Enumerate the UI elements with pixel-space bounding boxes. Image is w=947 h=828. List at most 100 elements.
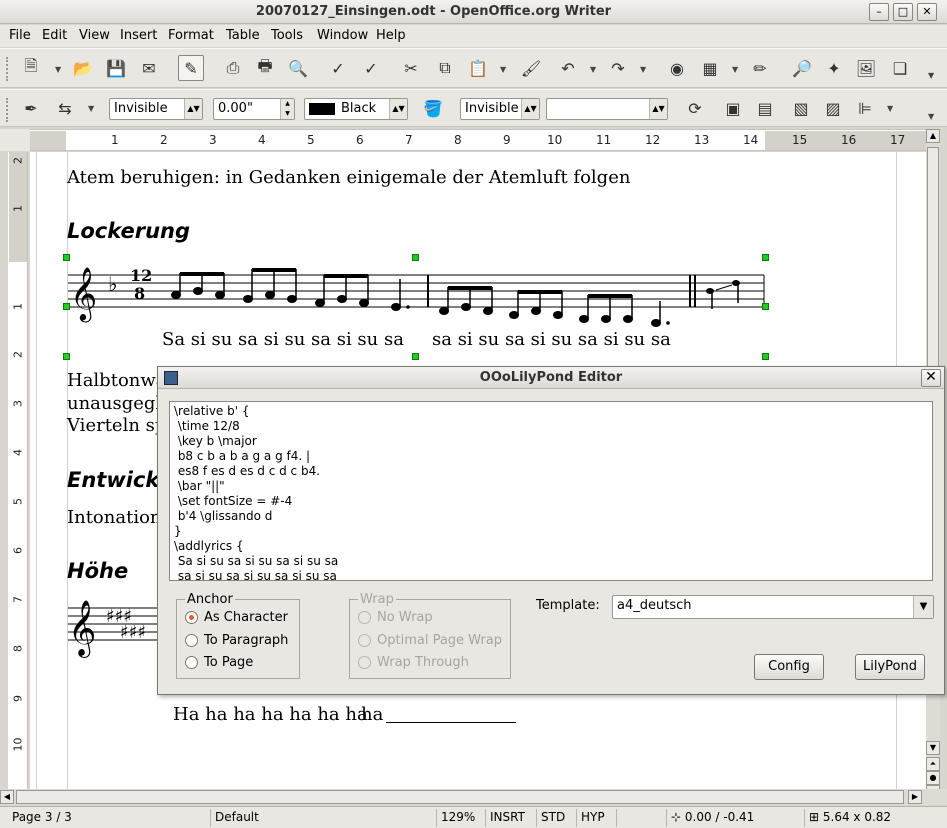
- menu-help[interactable]: Help: [376, 28, 406, 43]
- lilypond-button[interactable]: LilyPond: [855, 654, 925, 680]
- send-to-back-icon[interactable]: ▨: [820, 95, 846, 121]
- anchor-as-character[interactable]: As Character: [185, 610, 288, 625]
- chevron-down-icon[interactable]: ▼: [913, 596, 933, 618]
- data-sources-icon[interactable]: ❏: [887, 55, 913, 81]
- selection-handle[interactable]: [412, 254, 419, 261]
- menu-insert[interactable]: Insert: [120, 28, 157, 43]
- music-object-lockerung[interactable]: 𝄞 ♭ 12 8 Sa si su sa si su sa si su sa s…: [66, 257, 766, 358]
- toolbar-overflow-arrow[interactable]: ▼: [928, 112, 934, 121]
- area-fill-combo[interactable]: ▲▼: [546, 98, 668, 120]
- template-combo[interactable]: a4_deutsch ▼: [612, 595, 934, 619]
- chevron-down-icon[interactable]: ▲▼: [649, 99, 667, 119]
- toolbar-grip[interactable]: [6, 57, 10, 81]
- find-replace-icon[interactable]: 🔎: [789, 55, 815, 81]
- navigation-icon[interactable]: ●: [926, 771, 940, 785]
- line-width-field[interactable]: 0.00" ▲ ▼: [213, 98, 295, 120]
- alignment-dropdown[interactable]: ▼: [887, 104, 893, 113]
- scroll-right-icon[interactable]: ▶: [908, 790, 922, 804]
- redo-icon[interactable]: ↷: [605, 55, 631, 81]
- selection-handle[interactable]: [412, 353, 419, 360]
- paste-icon[interactable]: 📋: [465, 55, 491, 81]
- status-page[interactable]: Page 3 / 3: [8, 809, 76, 827]
- status-selection-mode[interactable]: STD: [536, 809, 569, 827]
- previous-page-icon[interactable]: ⏶: [926, 757, 940, 771]
- menu-edit[interactable]: Edit: [42, 28, 67, 43]
- table-icon[interactable]: ▦: [697, 55, 723, 81]
- selection-handle[interactable]: [63, 254, 70, 261]
- config-button[interactable]: Config: [754, 654, 824, 680]
- lilypond-code-editor[interactable]: \relative b' { \time 12/8 \key b \major …: [169, 401, 933, 581]
- chevron-down-icon[interactable]: ▲▼: [521, 99, 539, 119]
- horizontal-scrollbar[interactable]: ◀ ▶: [0, 789, 947, 805]
- gallery-icon[interactable]: 🖼: [853, 55, 879, 81]
- minimize-button[interactable]: –: [869, 3, 889, 21]
- show-draw-functions-icon[interactable]: ✏: [747, 55, 773, 81]
- print-icon[interactable]: 🖶: [252, 55, 278, 81]
- alignment-icon[interactable]: ⊫: [852, 95, 878, 121]
- arrow-style-dropdown[interactable]: ▼: [88, 104, 94, 113]
- close-icon[interactable]: ✕: [921, 369, 941, 387]
- area-style-combo[interactable]: Invisible ▲▼: [460, 98, 540, 120]
- line-icon[interactable]: ✒: [18, 95, 44, 121]
- spin-buttons-icon[interactable]: ▲ ▼: [280, 99, 294, 119]
- new-document-icon[interactable]: 🗎: [18, 55, 44, 81]
- horizontal-ruler[interactable]: 1 2 3 4 5 6 7 8 9 10 11 12 13 14 15 16 1…: [30, 129, 926, 151]
- menu-view[interactable]: View: [79, 28, 110, 43]
- spellcheck-icon[interactable]: ✓: [325, 55, 351, 81]
- maximize-button[interactable]: □: [893, 3, 913, 21]
- navigator-icon[interactable]: ◉: [664, 55, 690, 81]
- chevron-down-icon[interactable]: ▲▼: [184, 99, 202, 119]
- email-icon[interactable]: ✉: [136, 55, 162, 81]
- save-icon[interactable]: 💾: [103, 55, 129, 81]
- anchor-to-page[interactable]: To Page: [185, 655, 253, 670]
- export-pdf-icon[interactable]: ⎙: [220, 55, 246, 81]
- format-paintbrush-icon[interactable]: 🖌: [518, 55, 544, 81]
- open-icon[interactable]: 📂: [70, 55, 96, 81]
- chevron-down-icon[interactable]: ▲▼: [389, 99, 407, 119]
- hscroll-thumb[interactable]: [16, 790, 904, 804]
- selection-handle[interactable]: [63, 353, 70, 360]
- menu-table[interactable]: Table: [226, 28, 260, 43]
- arrow-style-icon[interactable]: ⇆: [52, 95, 78, 121]
- redo-dropdown-arrow[interactable]: ▼: [640, 65, 646, 74]
- edit-file-icon[interactable]: ✎: [178, 55, 204, 81]
- anchor-to-paragraph[interactable]: To Paragraph: [185, 633, 288, 648]
- close-window-button[interactable]: ✕: [917, 3, 937, 21]
- new-dropdown-arrow[interactable]: ▼: [55, 65, 61, 74]
- dialog-title-bar[interactable]: OOoLilyPond Editor ✕: [158, 367, 944, 389]
- status-zoom[interactable]: 129%: [436, 809, 479, 827]
- toolbar-grip[interactable]: [6, 98, 10, 122]
- menu-format[interactable]: Format: [168, 28, 214, 43]
- table-dropdown-arrow[interactable]: ▼: [732, 65, 738, 74]
- menu-window[interactable]: Window: [317, 28, 368, 43]
- status-style[interactable]: Default: [210, 809, 263, 827]
- wrap-page-icon[interactable]: ▤: [752, 95, 778, 121]
- print-preview-icon[interactable]: 🔍: [285, 55, 311, 81]
- scroll-left-icon[interactable]: ◀: [0, 790, 14, 804]
- paste-dropdown-arrow[interactable]: ▼: [500, 65, 506, 74]
- autospellcheck-icon[interactable]: ✓: [358, 55, 384, 81]
- area-fill-bucket-icon[interactable]: 🪣: [420, 95, 446, 121]
- menu-tools[interactable]: Tools: [271, 28, 303, 43]
- selection-handle[interactable]: [63, 303, 70, 310]
- bring-to-front-icon[interactable]: ▧: [788, 95, 814, 121]
- selection-handle[interactable]: [762, 353, 769, 360]
- status-hyperlink-mode[interactable]: HYP: [576, 809, 609, 827]
- scroll-up-icon[interactable]: ▲: [926, 129, 940, 143]
- toolbar-overflow-arrow[interactable]: ▼: [928, 71, 934, 80]
- rotate-icon[interactable]: ⟳: [682, 95, 708, 121]
- copy-icon[interactable]: ⧉: [432, 55, 458, 81]
- selection-handle[interactable]: [762, 254, 769, 261]
- line-color-combo[interactable]: Black ▲▼: [304, 98, 408, 120]
- undo-icon[interactable]: ↶: [555, 55, 581, 81]
- menu-file[interactable]: File: [9, 28, 31, 43]
- selection-handle[interactable]: [762, 303, 769, 310]
- gallery-navigator-icon[interactable]: ✦: [821, 55, 847, 81]
- vertical-ruler[interactable]: 2 1 1 2 3 4 5 6 7 8 9 10: [8, 152, 28, 798]
- status-insert-mode[interactable]: INSRT: [485, 809, 529, 827]
- undo-dropdown-arrow[interactable]: ▼: [590, 65, 596, 74]
- scroll-down-icon[interactable]: ▼: [926, 741, 940, 755]
- wrap-off-icon[interactable]: ▣: [720, 95, 746, 121]
- line-style-combo[interactable]: Invisible ▲▼: [109, 98, 203, 120]
- cut-icon[interactable]: ✂: [398, 55, 424, 81]
